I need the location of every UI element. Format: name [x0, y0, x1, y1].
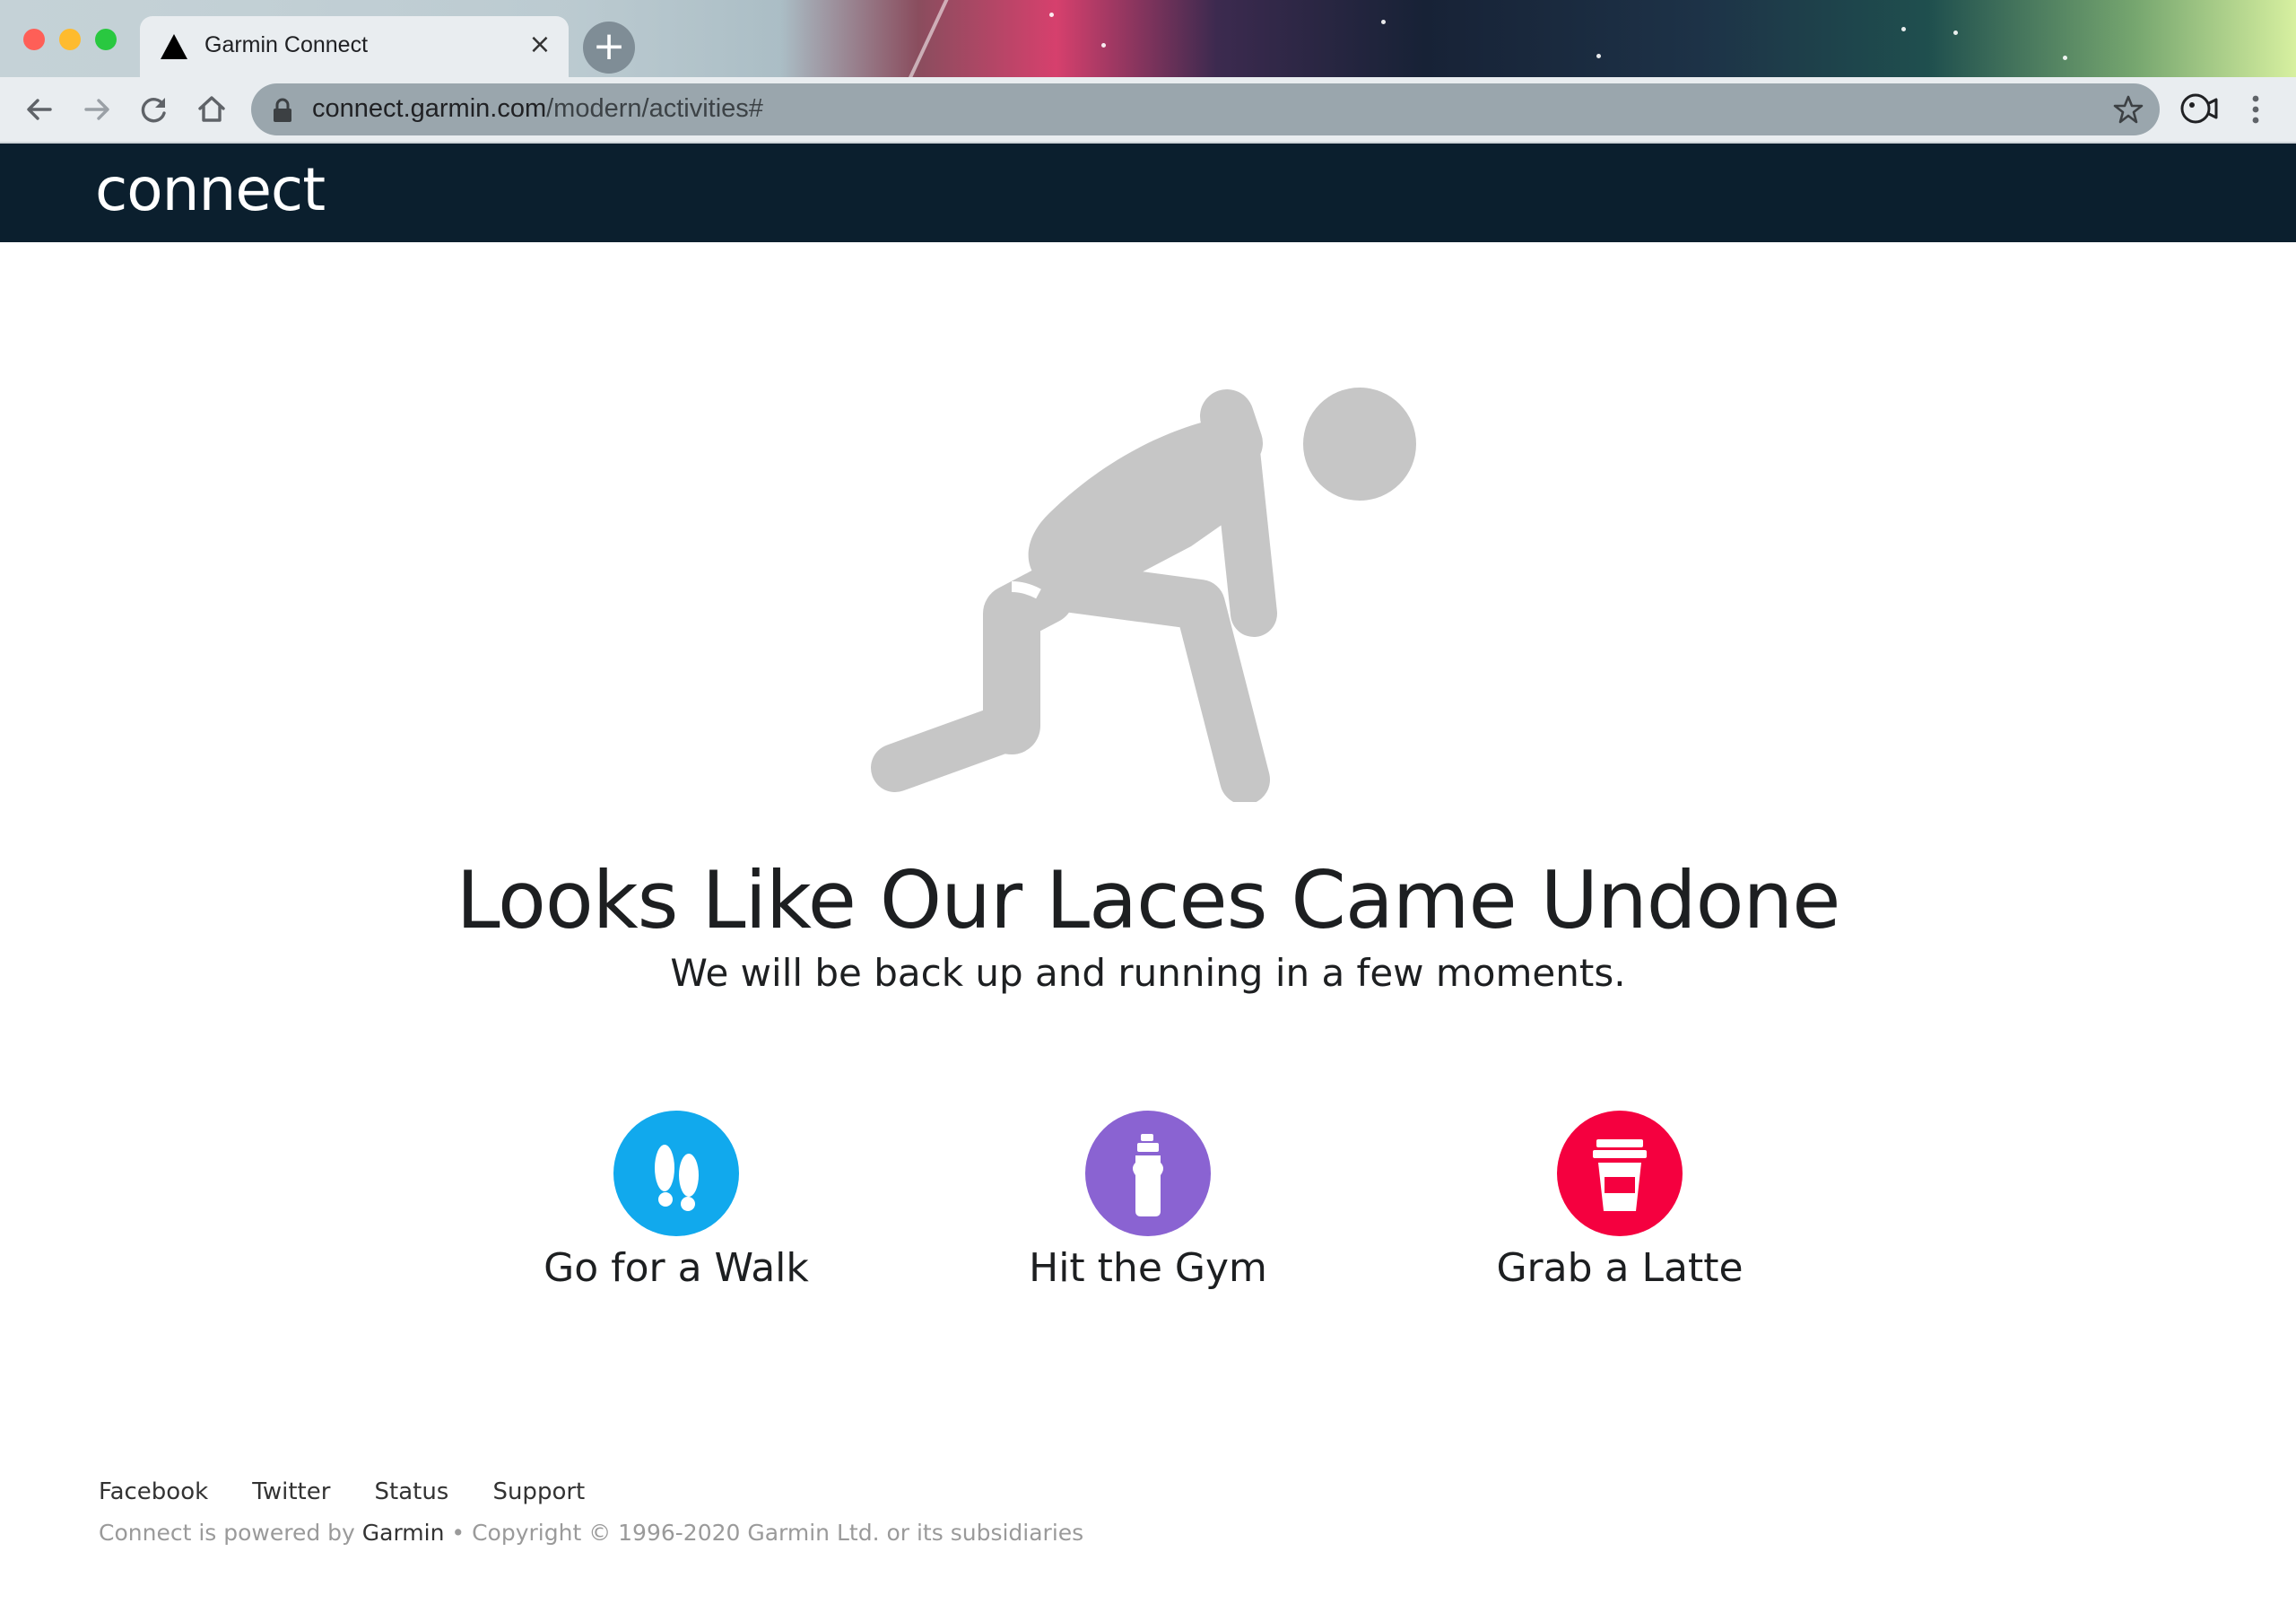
window-zoom-button[interactable]	[95, 29, 117, 50]
wallpaper-star	[1953, 31, 1958, 35]
coffee-cup-glyph	[1593, 1139, 1647, 1211]
footer-link-twitter[interactable]: Twitter	[252, 1478, 330, 1505]
wallpaper-star	[2063, 56, 2067, 60]
action-label[interactable]: Grab a Latte	[1431, 1245, 1808, 1291]
tab-title: Garmin Connect	[204, 32, 369, 57]
footer-link-facebook[interactable]: Facebook	[99, 1478, 208, 1505]
go-for-a-walk-action[interactable]: Go for a Walk	[488, 1111, 865, 1299]
page-headline: Looks Like Our Laces Came Undone	[456, 854, 1841, 946]
url-path: /modern/activities#	[546, 94, 763, 123]
reload-button[interactable]	[135, 90, 174, 129]
hit-the-gym-action[interactable]: Hit the Gym	[960, 1111, 1336, 1299]
copyright-notice: • Copyright © 1996-2020 Garmin Ltd. or i…	[444, 1520, 1084, 1546]
footprints-glyph	[655, 1145, 699, 1211]
bookmark-star-icon[interactable]	[2113, 94, 2144, 125]
grab-a-latte-action[interactable]: Grab a Latte	[1431, 1111, 1808, 1299]
home-button[interactable]	[192, 90, 231, 129]
window-close-button[interactable]	[23, 29, 45, 50]
footer-links: Facebook Twitter Status Support	[99, 1478, 624, 1511]
menu-icon[interactable]	[2242, 90, 2269, 129]
extension-icon[interactable]	[2178, 90, 2221, 129]
tying-shoe-person-icon	[871, 388, 1416, 802]
page-subline: We will be back up and running in a few …	[670, 951, 1626, 995]
powered-by-prefix: Connect is powered by	[99, 1520, 362, 1546]
wallpaper-star	[1596, 54, 1601, 58]
address-bar[interactable]: connect.garmin.com/modern/activities#	[251, 83, 2160, 135]
forward-icon	[84, 99, 109, 120]
tab-close-icon[interactable]: ×	[524, 29, 556, 61]
site-header: connect	[0, 144, 2296, 242]
coffee-cup-icon[interactable]	[1557, 1111, 1683, 1236]
browser-toolbar: connect.garmin.com/modern/activities#	[0, 77, 2296, 144]
wallpaper-star	[1101, 43, 1106, 48]
water-bottle-glyph	[1133, 1134, 1163, 1216]
action-label[interactable]: Go for a Walk	[488, 1245, 865, 1291]
wallpaper-star	[1049, 13, 1054, 17]
home-icon	[198, 96, 225, 122]
wallpaper-star	[1381, 20, 1386, 24]
water-bottle-icon[interactable]	[1085, 1111, 1211, 1236]
reload-icon	[141, 98, 166, 123]
url-text[interactable]: connect.garmin.com/modern/activities#	[312, 94, 763, 124]
back-icon	[27, 99, 52, 120]
forward-button[interactable]	[77, 90, 117, 129]
footprints-icon[interactable]	[613, 1111, 739, 1236]
action-label[interactable]: Hit the Gym	[960, 1245, 1336, 1291]
logo-text: connect	[95, 158, 325, 224]
url-host: connect.garmin.com	[312, 94, 547, 123]
wallpaper-streak	[900, 0, 951, 77]
footer-link-support[interactable]: Support	[492, 1478, 585, 1505]
connect-logo[interactable]: connect	[95, 158, 364, 226]
copyright-text: Connect is powered by Garmin • Copyright…	[99, 1520, 1083, 1546]
garmin-brand-link[interactable]: Garmin	[362, 1520, 445, 1546]
window-minimize-button[interactable]	[59, 29, 81, 50]
footer-link-status[interactable]: Status	[375, 1478, 449, 1505]
browser-tab-strip: Garmin Connect × +	[0, 0, 2296, 77]
back-button[interactable]	[20, 90, 59, 129]
wallpaper-star	[1901, 27, 1906, 31]
new-tab-button[interactable]: +	[583, 22, 635, 74]
lock-icon	[274, 98, 291, 122]
tab-garmin-connect[interactable]: Garmin Connect ×	[140, 16, 569, 77]
garmin-triangle-icon	[161, 34, 187, 59]
